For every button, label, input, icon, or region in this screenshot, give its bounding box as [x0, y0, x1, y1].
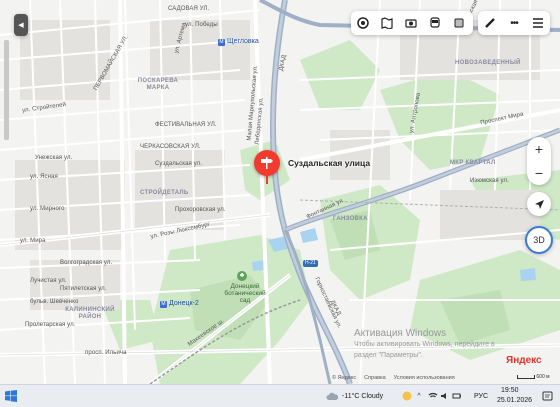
street-label: ФЕСТИВАЛЬНАЯ УЛ. — [155, 122, 217, 128]
place-name[interactable]: Суздальская улица — [288, 158, 370, 168]
street-label: Изюмская ул. — [470, 178, 509, 184]
street-label: ЧЕРКАСОВСКАЯ УЛ. — [140, 144, 201, 150]
notification-icon — [542, 391, 552, 400]
windows-taskbar: -11°C Cloudy ^ РУС 19:50 25.01.2026 — [0, 384, 560, 407]
chevron-up-icon: ^ — [417, 392, 421, 400]
wifi-icon — [428, 392, 438, 400]
metro-icon: М — [160, 301, 167, 308]
copyright-text: © Яндекс — [332, 375, 357, 381]
more-dots-icon: ••• — [510, 17, 518, 29]
layers-icon — [357, 17, 369, 29]
ruler-button[interactable] — [478, 11, 502, 35]
weather-button[interactable] — [325, 389, 339, 403]
traffic-icon — [454, 18, 464, 28]
battery-tray-icon[interactable] — [450, 389, 464, 403]
metro-station-label[interactable]: М Щегловка — [218, 38, 259, 46]
map-view[interactable]: ул. Победы САДОВАЯ УЛ. ул. Стройтелей ПЕ… — [0, 0, 560, 384]
transport-button[interactable] — [423, 11, 447, 35]
street-label: ул. Мира — [20, 238, 46, 244]
signpost-icon — [261, 157, 273, 169]
pin-stem — [266, 176, 268, 184]
camera-icon — [405, 19, 417, 28]
location-pin[interactable] — [254, 150, 280, 176]
notifications-button[interactable] — [540, 389, 554, 403]
zoom-out-button[interactable]: − — [527, 161, 551, 185]
menu-button[interactable] — [526, 11, 550, 35]
bus-icon — [430, 17, 440, 28]
street-label: Лучистая ул. — [30, 278, 67, 284]
scale-bar: 600 м — [517, 374, 550, 380]
highway-shield: Н-21 — [303, 260, 318, 267]
map-mode-button[interactable] — [375, 11, 399, 35]
cloud-icon — [326, 392, 338, 400]
tools-toolbar: ••• — [478, 11, 550, 35]
street-label: Суздальская ул. — [155, 161, 202, 167]
street-label: Пролетарская ул. — [25, 322, 76, 328]
reference-link[interactable]: Справка — [364, 375, 386, 381]
street-label: Волгоградская ул. — [60, 260, 113, 266]
navigation-arrow-icon — [534, 199, 544, 209]
clock-time[interactable]: 19:50 — [501, 387, 519, 394]
street-label: ул. Победы — [185, 22, 218, 28]
district-label: ПОСКАРЕВА МАРКА — [137, 78, 179, 91]
windows-activation-watermark: Активация Windows Чтобы активировать Win… — [354, 328, 495, 359]
district-label: МКР КВАРТАЛ — [450, 160, 496, 166]
yandex-browser-icon — [402, 391, 412, 401]
tray-chevron[interactable]: ^ — [412, 389, 426, 403]
yandex-logo: Яндекс — [506, 355, 542, 366]
page-scrollbar[interactable] — [4, 40, 9, 140]
traffic-button[interactable] — [447, 11, 471, 35]
ruler-icon — [485, 18, 495, 28]
metro-station-label[interactable]: М Донецк-2 — [160, 300, 199, 308]
zoom-in-button[interactable]: + — [527, 137, 551, 161]
windows-logo-icon — [5, 390, 17, 402]
street-label: просп. Ильича — [85, 350, 127, 356]
panorama-button[interactable] — [399, 11, 423, 35]
clock-date[interactable]: 25.01.2026 — [497, 397, 532, 404]
terms-link[interactable]: Условия использования — [394, 375, 455, 381]
speaker-icon — [441, 393, 446, 399]
hamburger-icon — [533, 18, 543, 28]
district-label: НОВОЗАВЕДЕННЫЙ — [455, 60, 521, 66]
street-label: ул. Ясная — [30, 174, 58, 180]
map-footer: © Яндекс Справка Условия использования — [332, 375, 455, 381]
battery-icon — [452, 393, 461, 399]
district-label: СТРОЙДЕТАЛЬ — [140, 190, 189, 196]
street-label: Унежская ул. — [35, 155, 73, 161]
start-button[interactable] — [4, 389, 18, 403]
sidebar-toggle-button[interactable]: ◀ — [14, 14, 28, 36]
district-label: КАЛИНИНСКИЙ РАЙОН — [65, 307, 115, 320]
zoom-control: + − — [527, 137, 551, 185]
more-button[interactable]: ••• — [502, 11, 526, 35]
3d-mode-button[interactable]: 3D — [525, 226, 553, 254]
street-label: САДОВАЯ УЛ. — [168, 6, 210, 12]
district-label: ГАНЗОВКА — [333, 216, 368, 222]
scale-ruler — [517, 374, 535, 379]
weather-text[interactable]: -11°C Cloudy — [342, 393, 383, 400]
garden-label[interactable]: Донецкий ботанический сад — [215, 283, 275, 304]
language-indicator[interactable]: РУС — [474, 393, 488, 400]
chevron-left-icon: ◀ — [18, 22, 24, 29]
street-label: Прохоровская ул. — [175, 207, 226, 213]
geolocation-button[interactable] — [527, 192, 551, 216]
street-label: Пятилетская ул. — [60, 286, 107, 292]
street-label: ул. Мирного — [30, 206, 65, 212]
street-label: бульв. Шевченко — [30, 299, 79, 305]
layers-button[interactable] — [351, 11, 375, 35]
layers-toolbar — [351, 11, 473, 35]
metro-icon: М — [218, 39, 225, 46]
map-icon — [381, 17, 393, 29]
tree-icon: ♣ — [237, 271, 247, 281]
